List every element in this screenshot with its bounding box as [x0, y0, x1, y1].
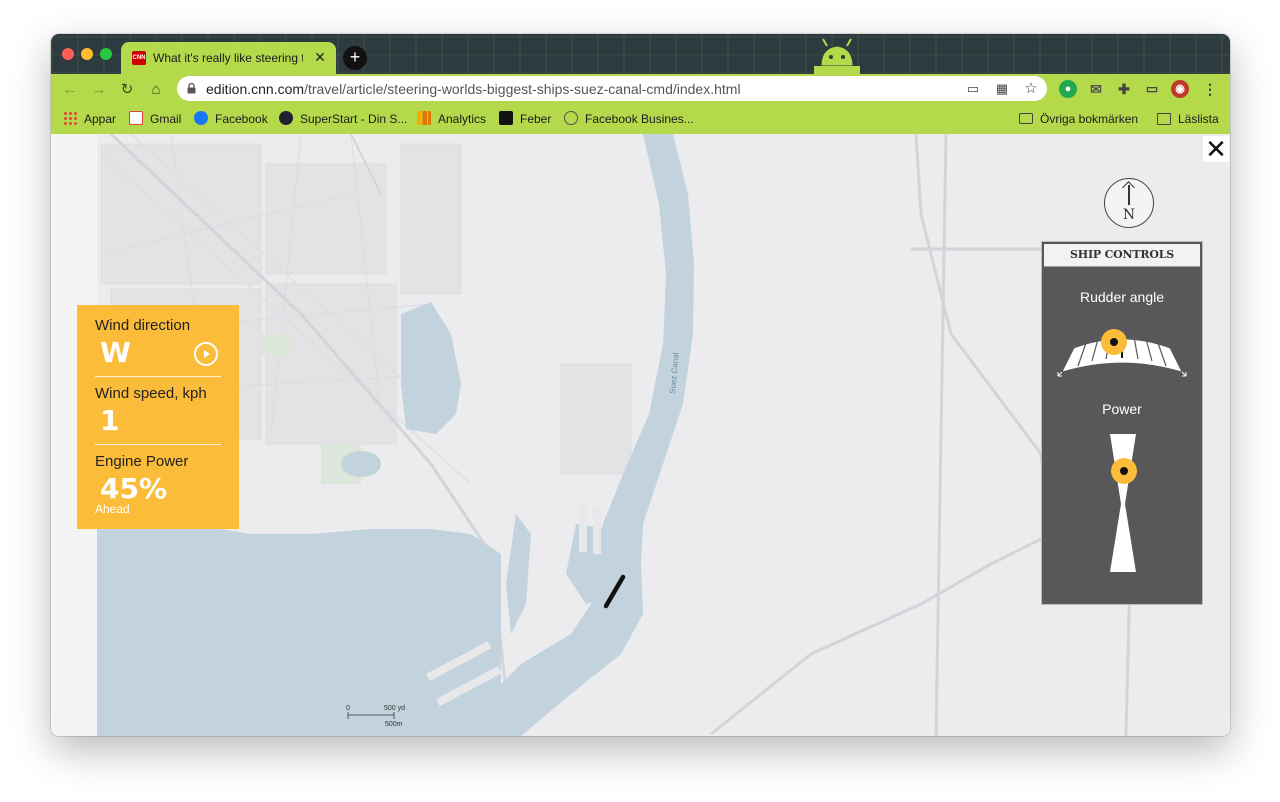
- profile-avatar[interactable]: ◉: [1171, 80, 1189, 98]
- close-overlay-button[interactable]: ✕: [1203, 136, 1229, 162]
- wind-info-panel: Wind direction W Wind speed, kph 1 Engin…: [77, 305, 239, 529]
- cnn-favicon-icon: CNN: [132, 51, 146, 65]
- tab-active[interactable]: CNN What it's really like steering the ✕: [121, 42, 336, 74]
- compass-arrowhead-icon: [1122, 181, 1135, 194]
- folder-icon: [1019, 113, 1033, 124]
- bookmark-appar[interactable]: Appar: [63, 110, 116, 128]
- cast-icon[interactable]: ▭: [1143, 80, 1161, 98]
- other-bookmarks-folder[interactable]: Övriga bokmärken: [1019, 110, 1138, 128]
- reading-list-button[interactable]: Läslista: [1157, 110, 1219, 128]
- cast-device-icon[interactable]: ▭: [964, 80, 982, 98]
- android-theme-icon: [814, 38, 860, 74]
- analytics-icon: [417, 111, 431, 125]
- bookmark-facebook-business[interactable]: Facebook Busines...: [564, 110, 694, 128]
- new-tab-button[interactable]: +: [343, 46, 367, 70]
- play-icon[interactable]: [194, 342, 218, 366]
- bookmark-feber[interactable]: Feber: [499, 110, 551, 128]
- window-zoom-button[interactable]: [100, 48, 112, 60]
- facebook-icon: [194, 111, 208, 125]
- apps-grid-icon: [63, 111, 77, 125]
- wind-speed-label: Wind speed, kph: [95, 385, 207, 402]
- feber-icon: [499, 111, 513, 125]
- scale-zero-label: 0: [346, 705, 350, 712]
- forward-arrow-icon[interactable]: →: [88, 79, 110, 101]
- tab-close-icon[interactable]: ✕: [312, 49, 328, 65]
- address-bar[interactable]: edition.cnn.com/travel/article/steering-…: [177, 76, 1047, 101]
- scale-m-label: 500m: [385, 721, 403, 728]
- menu-kebab-icon[interactable]: ⋮: [1201, 80, 1219, 98]
- engine-direction-label: Ahead: [95, 502, 130, 516]
- engine-power-label: Engine Power: [95, 453, 189, 470]
- wind-direction-value: W: [100, 336, 131, 369]
- divider: [95, 444, 221, 445]
- wind-speed-value: 1: [100, 404, 120, 437]
- window-minimize-button[interactable]: [81, 48, 93, 60]
- browser-toolbar: ← → ↻ ⌂ edition.cnn.com/travel/article/s…: [51, 74, 1230, 104]
- divider: [95, 376, 221, 377]
- ship-controls-panel: SHIP CONTROLS Rudder angle Power: [1041, 241, 1203, 605]
- engine-power-value: 45%: [100, 472, 168, 505]
- extensions-puzzle-icon[interactable]: ✚: [1115, 80, 1133, 98]
- mail-extension-icon[interactable]: ✉: [1087, 80, 1105, 98]
- facebook-business-icon: [564, 111, 578, 125]
- bookmark-facebook[interactable]: Facebook: [194, 110, 268, 128]
- qr-code-icon[interactable]: ▦: [993, 80, 1011, 98]
- page-content: Suez Canal 0 500 yd 500m ✕ N SHIP CONTRO…: [51, 134, 1230, 736]
- lock-icon: [187, 83, 196, 94]
- wind-direction-label: Wind direction: [95, 317, 191, 334]
- extension-green-icon[interactable]: ●: [1059, 80, 1077, 98]
- rudder-angle-label: Rudder angle: [1079, 289, 1165, 305]
- bookmark-gmail[interactable]: Gmail: [129, 110, 181, 128]
- superstart-icon: [279, 111, 293, 125]
- reload-icon[interactable]: ↻: [116, 79, 138, 101]
- power-label: Power: [1102, 401, 1142, 417]
- reading-list-icon: [1157, 113, 1171, 125]
- bookmark-star-icon[interactable]: ☆: [1022, 80, 1040, 98]
- bookmarks-bar: Appar Gmail Facebook SuperStart - Din S.…: [51, 104, 1230, 134]
- ship-controls-title: SHIP CONTROLS: [1070, 248, 1174, 261]
- compass: N: [1104, 178, 1154, 228]
- bookmark-superstart[interactable]: SuperStart - Din S...: [279, 110, 407, 128]
- ship-controls-header: SHIP CONTROLS: [1044, 244, 1200, 267]
- tab-title: What it's really like steering the: [153, 51, 303, 65]
- browser-window: CNN What it's really like steering the ✕…: [51, 34, 1230, 736]
- home-icon[interactable]: ⌂: [145, 79, 167, 101]
- bookmark-analytics[interactable]: Analytics: [417, 110, 486, 128]
- tab-strip: CNN What it's really like steering the ✕…: [51, 34, 1230, 74]
- url-text: edition.cnn.com/travel/article/steering-…: [206, 81, 741, 97]
- gmail-icon: [129, 111, 143, 125]
- window-close-button[interactable]: [62, 48, 74, 60]
- power-slider[interactable]: [1102, 434, 1144, 574]
- scale-yd-label: 500 yd: [384, 705, 405, 712]
- rudder-angle-dial[interactable]: [1056, 326, 1188, 384]
- back-arrow-icon[interactable]: ←: [59, 79, 81, 101]
- compass-north-label: N: [1122, 207, 1136, 223]
